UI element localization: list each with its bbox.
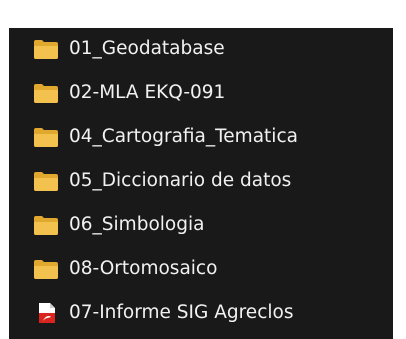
folder-icon [34, 172, 58, 191]
folder-icon [34, 40, 58, 59]
list-item-ortomosaico[interactable]: 08-Ortomosaico [9, 252, 393, 286]
list-item-cartografia-tematica[interactable]: 04_Cartografia_Tematica [9, 120, 393, 154]
list-item-label: 01_Geodatabase [69, 37, 225, 59]
pdf-file-icon [39, 303, 55, 323]
list-item-label: 07-Informe SIG Agreclos [69, 301, 294, 323]
folder-icon [34, 260, 58, 279]
list-item-simbologia[interactable]: 06_Simbologia [9, 208, 393, 242]
list-item-informe-sig[interactable]: 07-Informe SIG Agreclos [9, 296, 393, 330]
list-item-diccionario-datos[interactable]: 05_Diccionario de datos [9, 164, 393, 198]
list-item-label: 05_Diccionario de datos [69, 169, 292, 191]
list-item-label: 02-MLA EKQ-091 [69, 81, 226, 103]
folder-icon [34, 128, 58, 147]
file-explorer-list: 01_Geodatabase 02-MLA EKQ-091 04_Cartogr… [9, 28, 393, 339]
list-item-mla-ekq[interactable]: 02-MLA EKQ-091 [9, 76, 393, 110]
list-item-label: 04_Cartografia_Tematica [69, 125, 298, 147]
list-item-label: 08-Ortomosaico [69, 257, 218, 279]
folder-icon [34, 84, 58, 103]
list-item-geodatabase[interactable]: 01_Geodatabase [9, 32, 393, 66]
folder-icon [34, 216, 58, 235]
list-item-label: 06_Simbologia [69, 213, 205, 235]
